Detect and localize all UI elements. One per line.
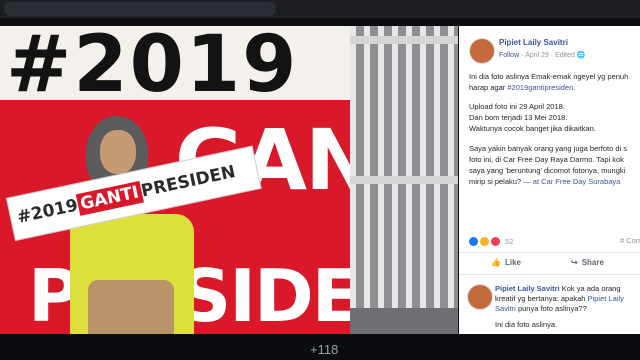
post-text-line-9: mirip si pelaku? — at Car Free Day Surab… [469, 177, 621, 186]
viewer-url-bar[interactable] [4, 2, 276, 16]
post-text-line-4: Dan bom terjadi 13 Mei 2018. [469, 113, 568, 122]
reaction-count: 52 [505, 236, 514, 246]
fence-rail-mid [350, 176, 458, 184]
woman-bag [88, 280, 174, 334]
post-text-line-5: Waktunya cocok banget jika dikaitkan. [469, 124, 596, 133]
post-text-line-6: Saya yakin banyak orang yang juga berfot… [469, 144, 628, 153]
post-text-line-2: harap agar #2019gantipresiden. [469, 83, 576, 92]
haha-reaction-icon [480, 236, 489, 246]
commenter-name[interactable]: Pipiet Laily Savitri [495, 284, 560, 293]
author-name[interactable]: Pipiet Laily Savitri [499, 38, 568, 47]
sign-ganti: GANTI [75, 180, 144, 217]
post-side-panel: Pipiet Laily Savitri Follow · April 29 ·… [459, 26, 640, 334]
billboard-hashtag-text: #2019 [6, 26, 299, 110]
viewer-top-bar [0, 0, 640, 18]
comment-text-3: Ini dia foto aslinya. [495, 320, 558, 329]
fence-rail-top [350, 36, 458, 44]
comment-body: Pipiet Laily Savitri Kok ya ada orang kr… [495, 284, 635, 330]
like-label: Like [504, 258, 521, 267]
photo-counter[interactable]: +118 [310, 342, 338, 357]
sign-hashtag: #2019 [15, 195, 80, 228]
commenter-avatar[interactable] [467, 284, 493, 310]
post-meta: Follow · April 29 · Edited 🌐 [499, 52, 586, 59]
ground [350, 308, 458, 334]
post-photo[interactable]: #2019 GANTI PRESIDEN #2019 GANTI PRESIDE… [0, 26, 458, 334]
hashtag-link[interactable]: #2019gantipresiden. [507, 83, 575, 92]
comment-text-2: punya foto aslinya?? [517, 304, 587, 313]
love-reaction-icon [491, 236, 500, 246]
divider [459, 252, 640, 253]
sign-presiden: PRESIDEN [139, 162, 238, 202]
post-text-line-8: saya yang 'beruntung' dicomot fotonya, m… [469, 166, 626, 175]
comment-count[interactable]: # Com [620, 236, 640, 245]
author-avatar[interactable] [469, 38, 495, 64]
follow-link[interactable]: Follow [499, 52, 519, 59]
post-text-line-7: foto ini, di Car Free Day Raya Darmo. Ta… [469, 155, 624, 164]
photo-viewer: #2019 GANTI PRESIDEN #2019 GANTI PRESIDE… [0, 0, 640, 360]
divider [459, 274, 640, 275]
post-date[interactable]: April 29 [525, 52, 549, 59]
like-button[interactable]: 👍 Like [491, 258, 521, 267]
location-link[interactable]: Car Free Day Surabaya [541, 177, 620, 186]
post-text-line-3: Upload foto ini 29 April 2018. [469, 102, 565, 111]
share-button[interactable]: ↪ Share [571, 258, 604, 267]
thumbs-up-icon: 👍 [491, 258, 501, 267]
woman-face [100, 130, 136, 174]
share-icon: ↪ [571, 258, 578, 267]
globe-icon: 🌐 [576, 52, 586, 59]
share-label: Share [581, 258, 604, 267]
post-text-line-1: Ini dia foto aslinya Emak-emak ngeyel yg… [469, 72, 629, 81]
like-reaction-icon [469, 236, 478, 246]
reaction-summary[interactable]: 52 [469, 236, 513, 246]
post-edited[interactable]: Edited [555, 52, 575, 59]
